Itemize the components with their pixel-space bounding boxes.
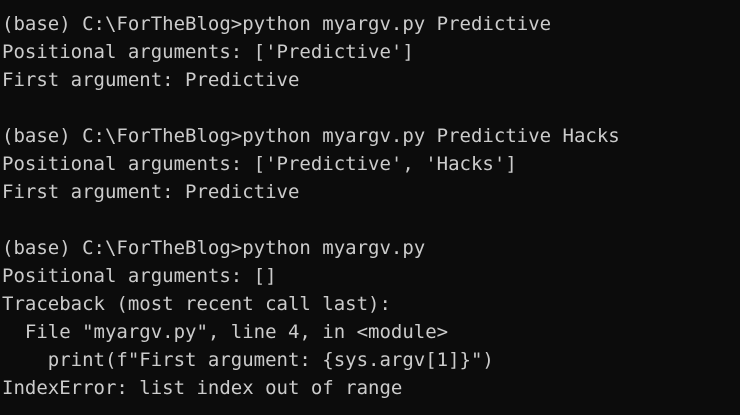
output-line: First argument: Predictive [2,181,300,203]
terminal-window[interactable]: (base) C:\ForTheBlog>python myargv.py Pr… [0,0,740,415]
error-line: IndexError: list index out of range [2,377,403,399]
output-line: First argument: Predictive [2,69,300,91]
command-line: (base) C:\ForTheBlog>python myargv.py Pr… [2,125,620,147]
output-line: Positional arguments: ['Predictive', 'Ha… [2,153,517,175]
traceback-code-line: print(f"First argument: {sys.argv[1]}") [2,349,494,371]
traceback-header: Traceback (most recent call last): [2,293,391,315]
command-line: (base) C:\ForTheBlog>python myargv.py Pr… [2,13,552,35]
output-line: Positional arguments: ['Predictive'] [2,41,414,63]
traceback-file-line: File "myargv.py", line 4, in <module> [2,321,449,343]
output-line: Positional arguments: [] [2,265,277,287]
command-line: (base) C:\ForTheBlog>python myargv.py [2,237,426,259]
